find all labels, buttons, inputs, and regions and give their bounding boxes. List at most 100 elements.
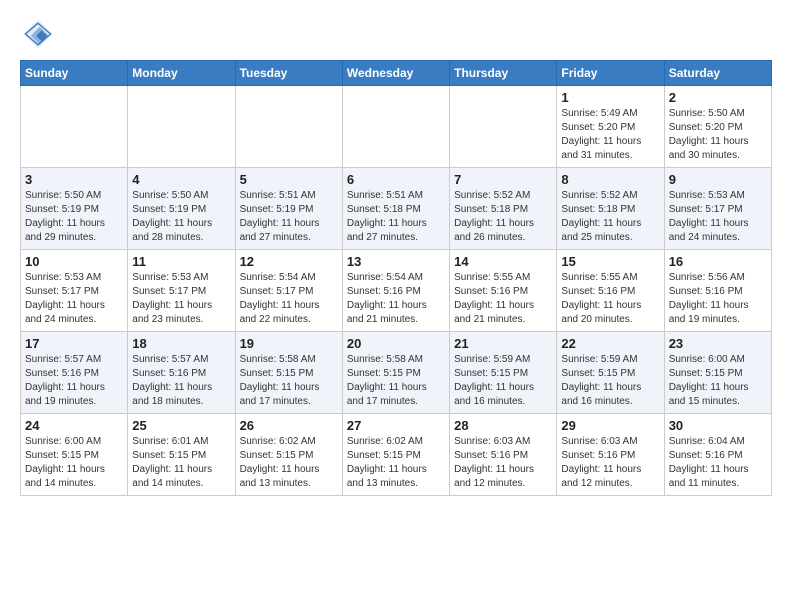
page-header — [20, 16, 772, 52]
calendar-cell: 6 Sunrise: 5:51 AM Sunset: 5:18 PM Daylig… — [342, 168, 449, 250]
weekday-row: SundayMondayTuesdayWednesdayThursdayFrid… — [21, 61, 772, 86]
day-info: Sunrise: 5:53 AM Sunset: 5:17 PM Dayligh… — [669, 189, 767, 245]
calendar-cell — [21, 86, 128, 168]
day-number: 7 — [454, 172, 552, 187]
calendar-cell: 11 Sunrise: 5:53 AM Sunset: 5:17 PM Dayli… — [128, 250, 235, 332]
calendar-cell: 21 Sunrise: 5:59 AM Sunset: 5:15 PM Dayli… — [450, 332, 557, 414]
weekday-tuesday: Tuesday — [235, 61, 342, 86]
weekday-saturday: Saturday — [664, 61, 771, 86]
day-info: Sunrise: 6:04 AM Sunset: 5:16 PM Dayligh… — [669, 435, 767, 491]
calendar-cell: 14 Sunrise: 5:55 AM Sunset: 5:16 PM Dayli… — [450, 250, 557, 332]
calendar-cell: 2 Sunrise: 5:50 AM Sunset: 5:20 PM Daylig… — [664, 86, 771, 168]
calendar-cell: 30 Sunrise: 6:04 AM Sunset: 5:16 PM Dayli… — [664, 414, 771, 496]
weekday-monday: Monday — [128, 61, 235, 86]
day-info: Sunrise: 5:50 AM Sunset: 5:20 PM Dayligh… — [669, 107, 767, 163]
day-number: 11 — [132, 254, 230, 269]
calendar-cell: 22 Sunrise: 5:59 AM Sunset: 5:15 PM Dayli… — [557, 332, 664, 414]
calendar-cell: 24 Sunrise: 6:00 AM Sunset: 5:15 PM Dayli… — [21, 414, 128, 496]
day-number: 22 — [561, 336, 659, 351]
day-info: Sunrise: 5:51 AM Sunset: 5:19 PM Dayligh… — [240, 189, 338, 245]
day-number: 18 — [132, 336, 230, 351]
day-number: 13 — [347, 254, 445, 269]
day-number: 5 — [240, 172, 338, 187]
calendar-cell: 10 Sunrise: 5:53 AM Sunset: 5:17 PM Dayli… — [21, 250, 128, 332]
calendar-cell: 19 Sunrise: 5:58 AM Sunset: 5:15 PM Dayli… — [235, 332, 342, 414]
day-number: 28 — [454, 418, 552, 433]
calendar-cell: 15Sunrise: 5:55 AM Sunset: 5:16 PM Dayli… — [557, 250, 664, 332]
calendar-cell: 4 Sunrise: 5:50 AM Sunset: 5:19 PM Daylig… — [128, 168, 235, 250]
day-info: Sunrise: 5:56 AM Sunset: 5:16 PM Dayligh… — [669, 271, 767, 327]
day-number: 16 — [669, 254, 767, 269]
calendar-cell: 27 Sunrise: 6:02 AM Sunset: 5:15 PM Dayli… — [342, 414, 449, 496]
day-info: Sunrise: 5:55 AM Sunset: 5:16 PM Dayligh… — [454, 271, 552, 327]
day-number: 3 — [25, 172, 123, 187]
day-info: Sunrise: 5:54 AM Sunset: 5:17 PM Dayligh… — [240, 271, 338, 327]
day-info: Sunrise: 5:58 AM Sunset: 5:15 PM Dayligh… — [240, 353, 338, 409]
day-number: 30 — [669, 418, 767, 433]
day-number: 4 — [132, 172, 230, 187]
calendar: SundayMondayTuesdayWednesdayThursdayFrid… — [20, 60, 772, 496]
day-number: 23 — [669, 336, 767, 351]
week-row-1: 1Sunrise: 5:49 AM Sunset: 5:20 PM Daylig… — [21, 86, 772, 168]
day-info: Sunrise: 5:53 AM Sunset: 5:17 PM Dayligh… — [25, 271, 123, 327]
calendar-cell: 23 Sunrise: 6:00 AM Sunset: 5:15 PM Dayli… — [664, 332, 771, 414]
day-info: Sunrise: 5:57 AM Sunset: 5:16 PM Dayligh… — [25, 353, 123, 409]
logo-icon — [20, 16, 56, 52]
day-info: Sunrise: 5:52 AM Sunset: 5:18 PM Dayligh… — [454, 189, 552, 245]
day-number: 14 — [454, 254, 552, 269]
calendar-cell: 25Sunrise: 6:01 AM Sunset: 5:15 PM Dayli… — [128, 414, 235, 496]
day-number: 6 — [347, 172, 445, 187]
day-info: Sunrise: 6:00 AM Sunset: 5:15 PM Dayligh… — [669, 353, 767, 409]
calendar-cell: 5 Sunrise: 5:51 AM Sunset: 5:19 PM Daylig… — [235, 168, 342, 250]
calendar-cell: 8Sunrise: 5:52 AM Sunset: 5:18 PM Daylig… — [557, 168, 664, 250]
calendar-cell: 28 Sunrise: 6:03 AM Sunset: 5:16 PM Dayli… — [450, 414, 557, 496]
day-number: 2 — [669, 90, 767, 105]
day-info: Sunrise: 6:02 AM Sunset: 5:15 PM Dayligh… — [240, 435, 338, 491]
day-info: Sunrise: 5:50 AM Sunset: 5:19 PM Dayligh… — [132, 189, 230, 245]
day-number: 15 — [561, 254, 659, 269]
day-number: 10 — [25, 254, 123, 269]
day-number: 25 — [132, 418, 230, 433]
day-info: Sunrise: 5:59 AM Sunset: 5:15 PM Dayligh… — [561, 353, 659, 409]
day-info: Sunrise: 5:58 AM Sunset: 5:15 PM Dayligh… — [347, 353, 445, 409]
calendar-cell — [235, 86, 342, 168]
day-number: 24 — [25, 418, 123, 433]
calendar-header: SundayMondayTuesdayWednesdayThursdayFrid… — [21, 61, 772, 86]
day-info: Sunrise: 6:03 AM Sunset: 5:16 PM Dayligh… — [561, 435, 659, 491]
day-info: Sunrise: 5:49 AM Sunset: 5:20 PM Dayligh… — [561, 107, 659, 163]
day-info: Sunrise: 5:57 AM Sunset: 5:16 PM Dayligh… — [132, 353, 230, 409]
day-info: Sunrise: 5:54 AM Sunset: 5:16 PM Dayligh… — [347, 271, 445, 327]
calendar-cell: 20 Sunrise: 5:58 AM Sunset: 5:15 PM Dayli… — [342, 332, 449, 414]
weekday-wednesday: Wednesday — [342, 61, 449, 86]
day-number: 8 — [561, 172, 659, 187]
day-info: Sunrise: 6:02 AM Sunset: 5:15 PM Dayligh… — [347, 435, 445, 491]
day-number: 21 — [454, 336, 552, 351]
day-info: Sunrise: 6:00 AM Sunset: 5:15 PM Dayligh… — [25, 435, 123, 491]
week-row-4: 17 Sunrise: 5:57 AM Sunset: 5:16 PM Dayli… — [21, 332, 772, 414]
day-number: 20 — [347, 336, 445, 351]
calendar-cell — [450, 86, 557, 168]
day-number: 26 — [240, 418, 338, 433]
day-number: 27 — [347, 418, 445, 433]
day-info: Sunrise: 6:03 AM Sunset: 5:16 PM Dayligh… — [454, 435, 552, 491]
day-info: Sunrise: 5:59 AM Sunset: 5:15 PM Dayligh… — [454, 353, 552, 409]
calendar-cell: 13 Sunrise: 5:54 AM Sunset: 5:16 PM Dayli… — [342, 250, 449, 332]
day-info: Sunrise: 5:53 AM Sunset: 5:17 PM Dayligh… — [132, 271, 230, 327]
day-number: 19 — [240, 336, 338, 351]
calendar-cell: 29 Sunrise: 6:03 AM Sunset: 5:16 PM Dayli… — [557, 414, 664, 496]
day-info: Sunrise: 5:50 AM Sunset: 5:19 PM Dayligh… — [25, 189, 123, 245]
calendar-body: 1Sunrise: 5:49 AM Sunset: 5:20 PM Daylig… — [21, 86, 772, 496]
day-number: 9 — [669, 172, 767, 187]
weekday-friday: Friday — [557, 61, 664, 86]
calendar-cell — [342, 86, 449, 168]
weekday-thursday: Thursday — [450, 61, 557, 86]
week-row-5: 24 Sunrise: 6:00 AM Sunset: 5:15 PM Dayli… — [21, 414, 772, 496]
calendar-cell: 9 Sunrise: 5:53 AM Sunset: 5:17 PM Daylig… — [664, 168, 771, 250]
calendar-cell: 26 Sunrise: 6:02 AM Sunset: 5:15 PM Dayli… — [235, 414, 342, 496]
day-info: Sunrise: 5:51 AM Sunset: 5:18 PM Dayligh… — [347, 189, 445, 245]
calendar-cell: 18 Sunrise: 5:57 AM Sunset: 5:16 PM Dayli… — [128, 332, 235, 414]
week-row-3: 10 Sunrise: 5:53 AM Sunset: 5:17 PM Dayli… — [21, 250, 772, 332]
day-number: 17 — [25, 336, 123, 351]
week-row-2: 3 Sunrise: 5:50 AM Sunset: 5:19 PM Daylig… — [21, 168, 772, 250]
day-number: 29 — [561, 418, 659, 433]
